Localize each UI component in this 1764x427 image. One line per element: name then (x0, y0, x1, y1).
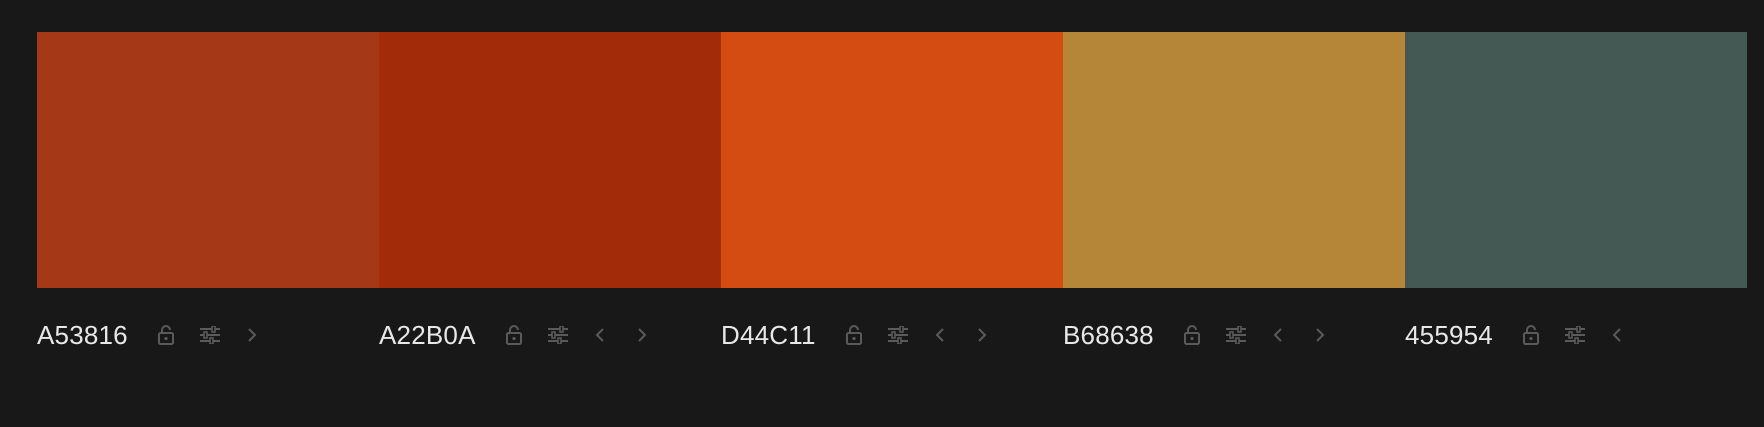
hex-code[interactable]: D44C11 (721, 320, 816, 350)
palette-swatches (37, 32, 1747, 288)
hex-code[interactable]: 455954 (1405, 320, 1493, 350)
lock-icon[interactable] (1519, 323, 1543, 347)
chevron-left-icon[interactable] (1266, 323, 1290, 347)
swatch-2[interactable] (379, 32, 721, 288)
color-controls-5: 455954 (1405, 310, 1747, 360)
color-controls-2: A22B0A (379, 310, 721, 360)
swatch-5[interactable] (1405, 32, 1747, 288)
hex-code[interactable]: A22B0A (379, 320, 476, 350)
chevron-right-icon[interactable] (970, 323, 994, 347)
palette-controls: A53816 A22B0A D44C11 B68638 455954 (37, 310, 1747, 360)
sliders-icon[interactable] (1224, 323, 1248, 347)
chevron-left-icon[interactable] (588, 323, 612, 347)
chevron-right-icon[interactable] (240, 323, 264, 347)
hex-code[interactable]: A53816 (37, 320, 128, 350)
chevron-right-icon[interactable] (630, 323, 654, 347)
sliders-icon[interactable] (886, 323, 910, 347)
color-controls-3: D44C11 (721, 310, 1063, 360)
chevron-left-icon[interactable] (928, 323, 952, 347)
color-controls-1: A53816 (37, 310, 379, 360)
lock-icon[interactable] (842, 323, 866, 347)
swatch-4[interactable] (1063, 32, 1405, 288)
lock-icon[interactable] (1180, 323, 1204, 347)
chevron-left-icon[interactable] (1605, 323, 1629, 347)
lock-icon[interactable] (154, 323, 178, 347)
sliders-icon[interactable] (198, 323, 222, 347)
lock-icon[interactable] (502, 323, 526, 347)
swatch-1[interactable] (37, 32, 379, 288)
chevron-right-icon[interactable] (1308, 323, 1332, 347)
color-controls-4: B68638 (1063, 310, 1405, 360)
hex-code[interactable]: B68638 (1063, 320, 1154, 350)
sliders-icon[interactable] (546, 323, 570, 347)
sliders-icon[interactable] (1563, 323, 1587, 347)
swatch-3[interactable] (721, 32, 1063, 288)
